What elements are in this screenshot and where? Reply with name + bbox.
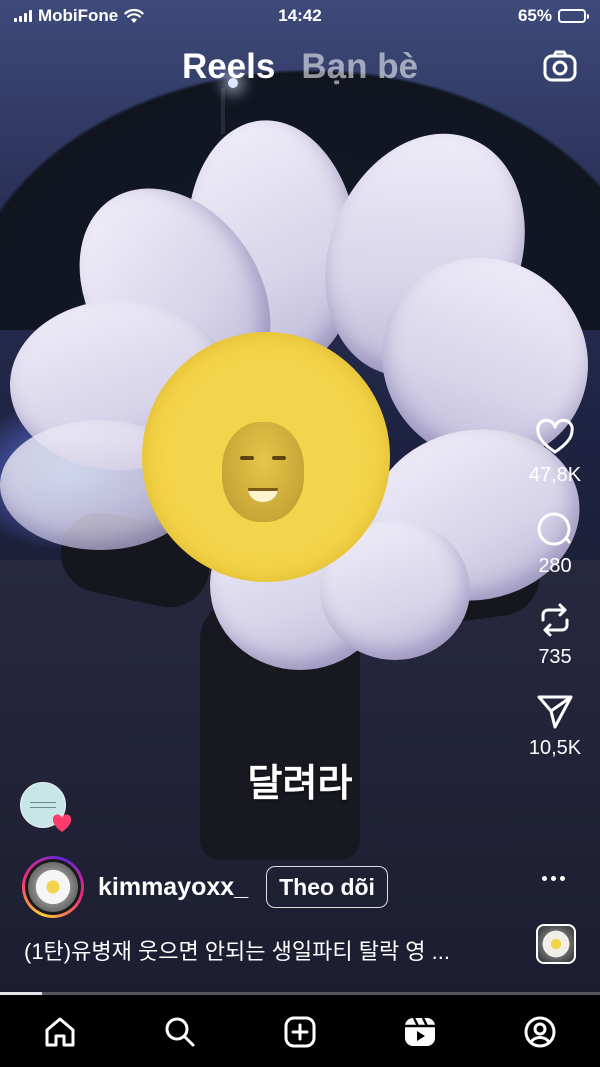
heart-badge-icon <box>52 814 72 832</box>
action-rail: 47,8K 280 735 10,5K <box>520 418 590 782</box>
video-frame[interactable] <box>0 0 600 995</box>
create-icon[interactable] <box>283 1015 317 1049</box>
collab-avatar[interactable] <box>20 782 72 832</box>
cellular-signal-icon <box>14 10 32 22</box>
video-caption: 달려라 <box>247 763 353 805</box>
nav-reels[interactable] <box>400 1012 440 1052</box>
lamp-post <box>221 88 225 134</box>
follow-button[interactable]: Theo dõi <box>266 866 388 908</box>
tab-reels[interactable]: Reels <box>182 47 275 87</box>
profile-icon[interactable] <box>523 1015 557 1049</box>
battery-icon <box>558 9 589 23</box>
avatar-scribble <box>30 802 56 808</box>
comment-icon[interactable] <box>535 509 575 549</box>
nav-search[interactable] <box>160 1012 200 1052</box>
repost-icon[interactable] <box>535 600 575 640</box>
audio-thumbnail[interactable] <box>536 924 576 964</box>
clock: 14:42 <box>278 6 322 25</box>
face <box>222 422 304 522</box>
comment-count: 280 <box>538 555 572 577</box>
home-icon[interactable] <box>43 1015 77 1049</box>
repost-action[interactable]: 735 <box>535 600 575 669</box>
comment-action[interactable]: 280 <box>535 509 575 578</box>
post-description[interactable]: (1탄)유병재 웃으면 안되는 생일파티 탈락 영 ... <box>24 934 514 966</box>
send-icon[interactable] <box>535 691 575 731</box>
repost-count: 735 <box>538 646 572 668</box>
author-avatar[interactable] <box>22 856 84 918</box>
feed-tabs: Reels Bạn bè <box>0 44 600 90</box>
like-action[interactable]: 47,8K <box>529 418 581 487</box>
status-bar: MobiFone 14:42 65% <box>0 0 600 32</box>
share-action[interactable]: 10,5K <box>529 691 581 760</box>
battery-percent: 65% <box>517 6 552 25</box>
author-username[interactable]: kimmayoxx_ <box>98 873 248 902</box>
tab-friends[interactable]: Bạn bè <box>301 47 418 87</box>
reels-icon[interactable] <box>403 1015 437 1049</box>
camera-icon[interactable] <box>542 48 578 84</box>
carrier-name: MobiFone <box>38 6 119 25</box>
search-icon[interactable] <box>163 1015 197 1049</box>
like-count: 47,8K <box>528 464 582 486</box>
heart-icon[interactable] <box>535 418 575 458</box>
bottom-nav <box>0 995 600 1067</box>
nav-profile[interactable] <box>520 1012 560 1052</box>
nav-create[interactable] <box>280 1012 320 1052</box>
author-row: kimmayoxx_ Theo dõi <box>22 855 522 919</box>
wifi-icon <box>124 8 144 23</box>
nav-home[interactable] <box>40 1012 80 1052</box>
more-options-icon[interactable] <box>542 868 570 888</box>
